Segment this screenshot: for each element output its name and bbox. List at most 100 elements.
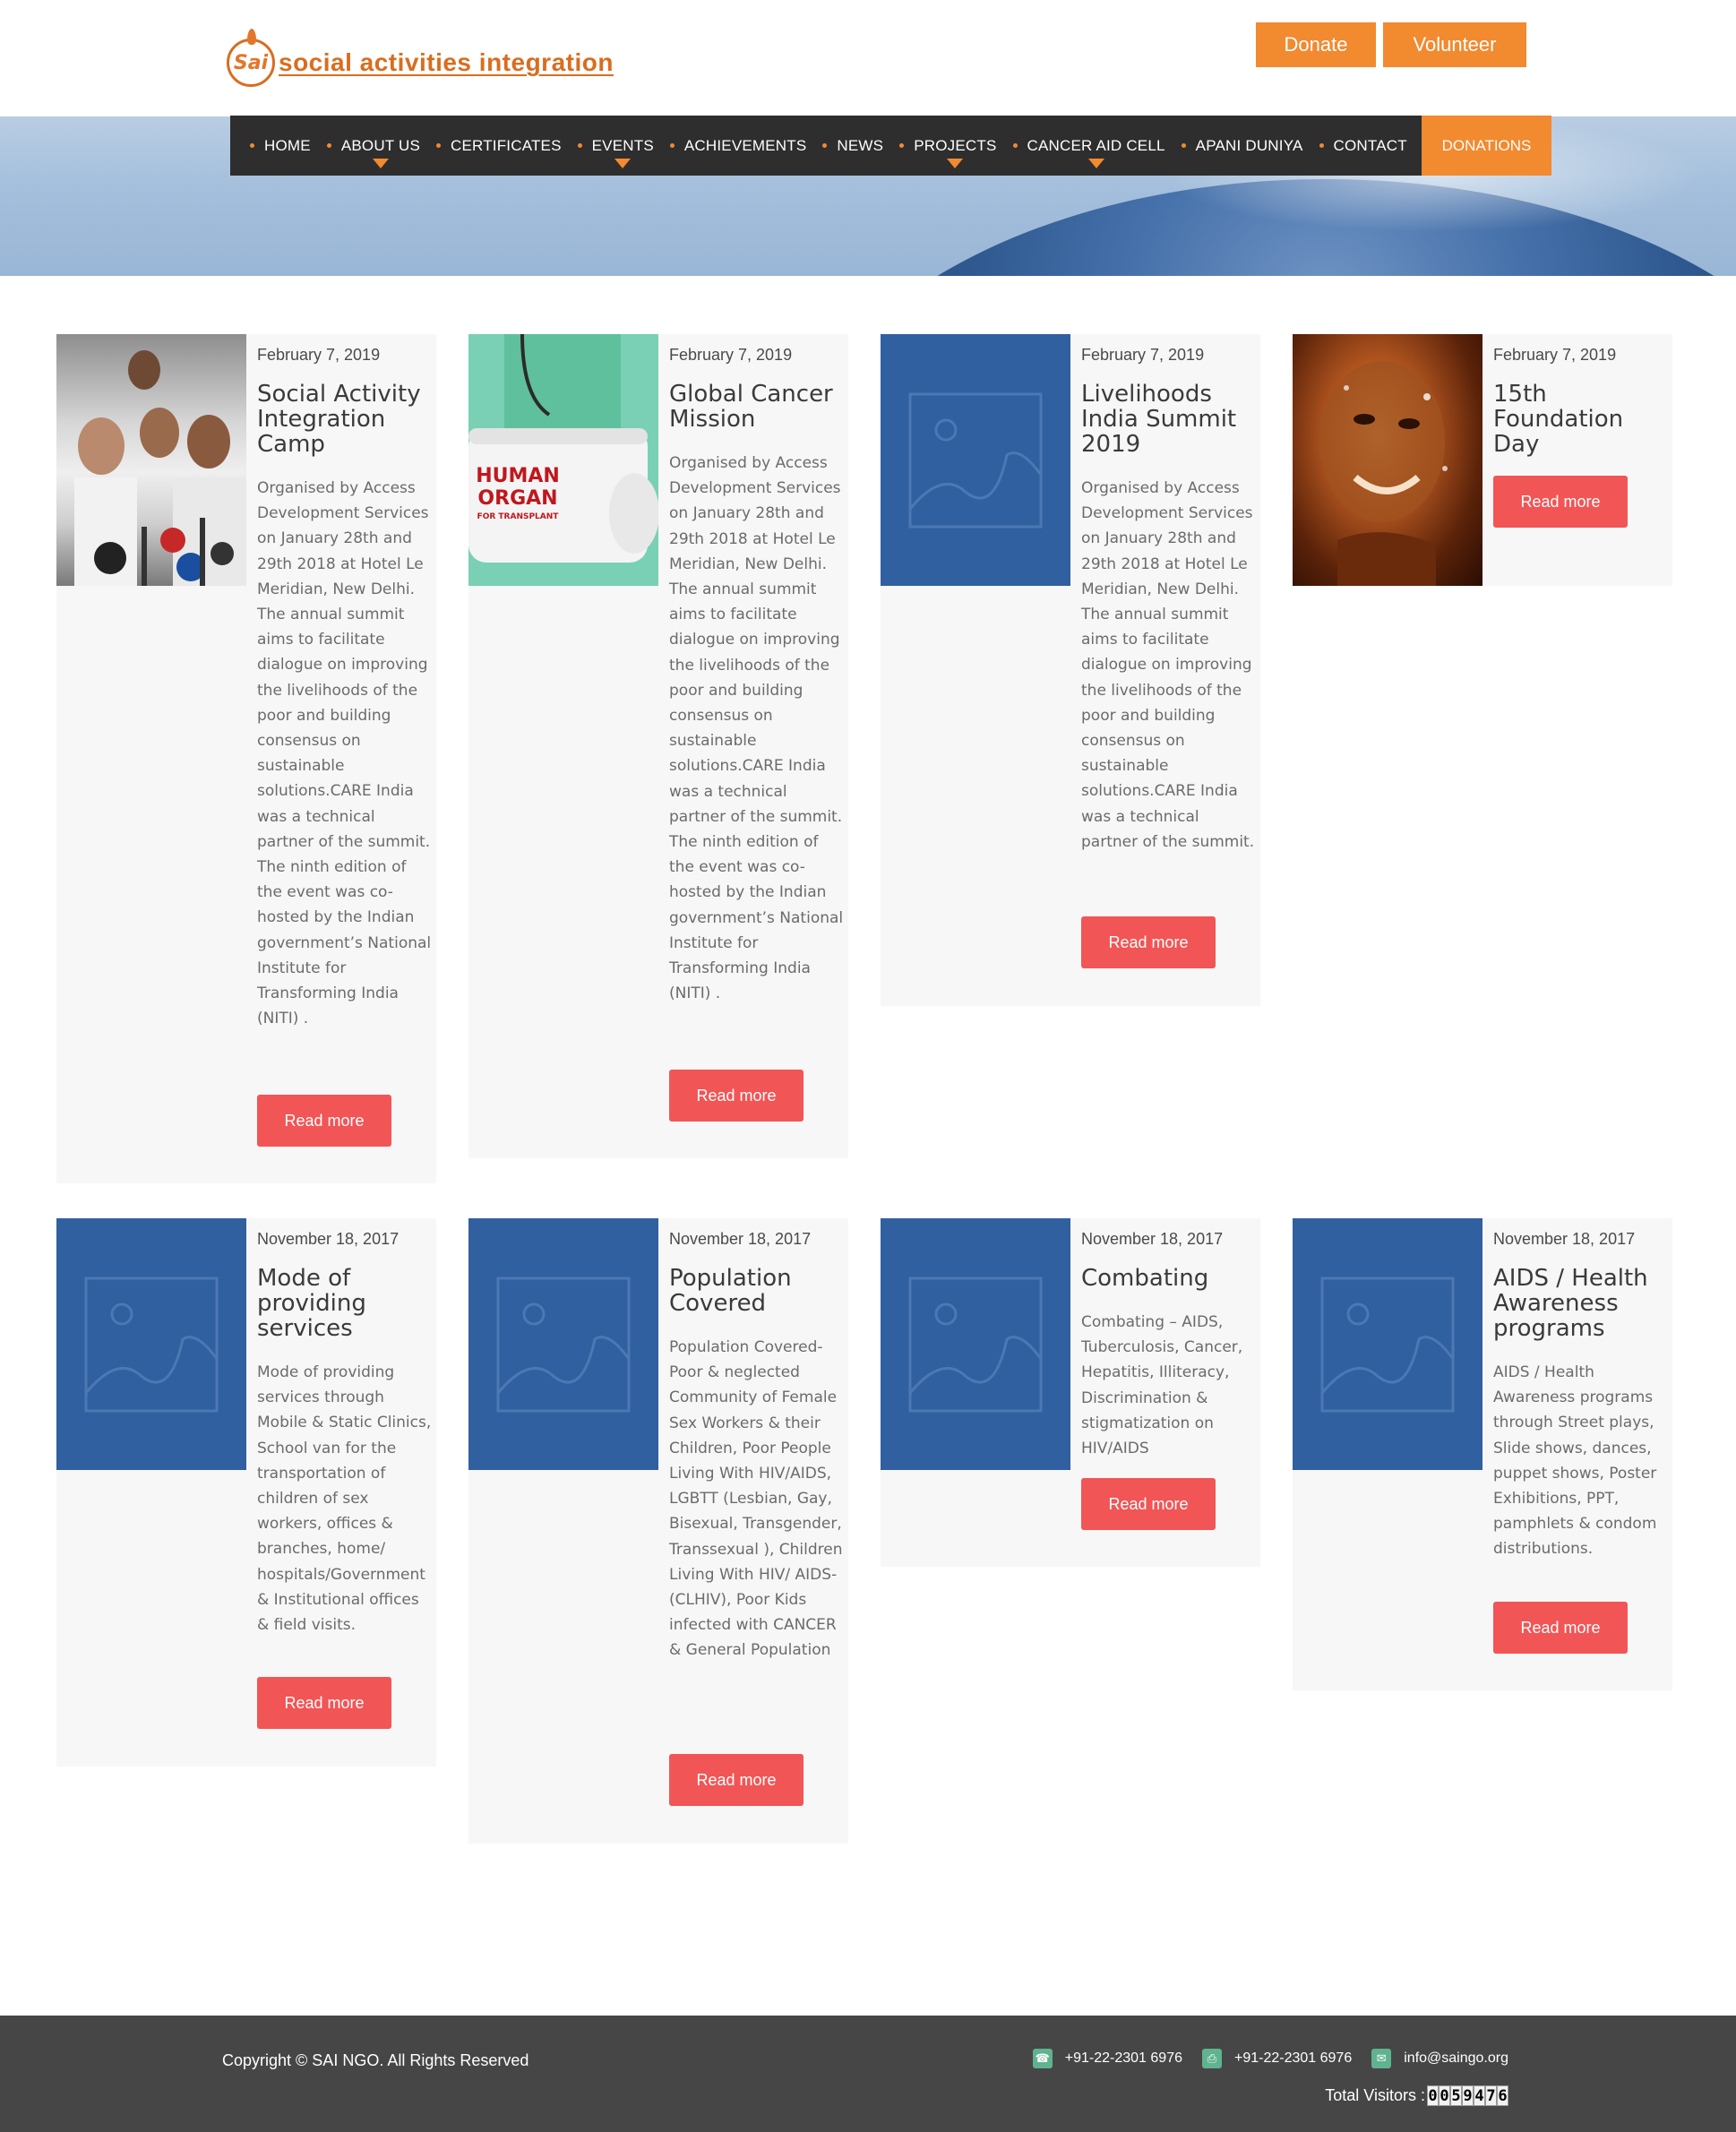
post-image[interactable] — [56, 1218, 246, 1470]
nav-item-label: NEWS — [837, 136, 884, 154]
post-title[interactable]: 15th Foundation Day — [1493, 382, 1669, 457]
nav-item-cancer-aid-cell[interactable]: CANCER AID CELL — [1012, 116, 1165, 176]
dropdown-caret-icon — [1087, 159, 1104, 168]
post-date: February 7, 2019 — [257, 346, 381, 364]
nav-item-home[interactable]: HOME — [250, 116, 311, 176]
main-navigation: HOME ABOUT US CERTIFICATES EVENTS ACHIEVEMEN… — [230, 116, 1551, 176]
nav-item-about-us[interactable]: ABOUT US — [326, 116, 421, 176]
placeholder-image[interactable] — [881, 334, 1070, 586]
nav-item-label: HOME — [264, 136, 311, 154]
post-image[interactable] — [468, 1218, 658, 1470]
post-title[interactable]: Population Covered — [669, 1266, 845, 1316]
donate-button[interactable]: Donate — [1256, 22, 1376, 67]
nav-item-label: CANCER AID CELL — [1027, 136, 1165, 154]
post-title[interactable]: AIDS / Health Awareness programs — [1493, 1266, 1669, 1341]
post-card: February 7, 2019 15th Foundation Day Read … — [1293, 334, 1672, 586]
counter-digit: 4 — [1474, 2085, 1485, 2106]
nav-item-certificates[interactable]: CERTIFICATES — [436, 116, 562, 176]
nav-item-achievements[interactable]: ACHIEVEMENTS — [669, 116, 807, 176]
read-more-button[interactable]: Read more — [1493, 1602, 1628, 1654]
placeholder-image[interactable] — [468, 1218, 658, 1470]
visitors-label: Total Visitors : — [1325, 2086, 1425, 2104]
counter-digit: 5 — [1450, 2085, 1462, 2106]
logo-mark: Sai — [227, 29, 275, 87]
read-more-button[interactable]: Read more — [257, 1095, 391, 1147]
contact-info: ☎ +91-22-2301 6976 ⎙ +91-22-2301 6976 ✉ … — [1032, 2049, 1508, 2068]
read-more-button[interactable]: Read more — [1081, 1478, 1216, 1530]
nav-item-label: ACHIEVEMENTS — [683, 136, 807, 154]
logo-text: social activities integration — [279, 48, 614, 76]
post-image[interactable]: HUMAN ORGAN FOR TRANSPLANT — [468, 334, 658, 586]
email-link[interactable]: info@saingo.org — [1404, 2050, 1508, 2067]
counter-digit: 9 — [1462, 2085, 1474, 2106]
nav-bullet-icon — [1012, 143, 1018, 148]
post-image[interactable] — [1293, 334, 1482, 586]
placeholder-image[interactable] — [1293, 1218, 1482, 1470]
event-photo[interactable] — [56, 334, 246, 586]
post-excerpt: Organised by Access Development Services… — [257, 479, 432, 1028]
dropdown-caret-icon — [614, 159, 632, 168]
nav-donations-button[interactable]: DONATIONS — [1422, 116, 1551, 176]
read-more-button[interactable]: Read more — [1493, 476, 1628, 528]
post-excerpt: Combating – AIDS, Tuberculosis, Cancer, … — [1081, 1313, 1243, 1458]
nav-item-contact[interactable]: CONTACT — [1319, 116, 1407, 176]
volunteer-button[interactable]: Volunteer — [1383, 22, 1526, 67]
counter-digit: 6 — [1497, 2085, 1508, 2106]
fax-number: +91-22-2301 6976 — [1234, 2050, 1353, 2066]
child-drinking-illustration — [1319, 361, 1448, 586]
post-date: February 7, 2019 — [669, 346, 793, 364]
read-more-button[interactable]: Read more — [669, 1070, 804, 1122]
post-date: November 18, 2017 — [1081, 1230, 1224, 1248]
placeholder-image[interactable] — [881, 1218, 1070, 1470]
fax-icon: ⎙ — [1202, 2049, 1222, 2068]
organ-caption: HUMAN — [476, 465, 560, 487]
nav-item-label: PROJECTS — [914, 136, 997, 154]
dropdown-caret-icon — [947, 159, 964, 168]
event-photo[interactable] — [1293, 334, 1482, 586]
post-image[interactable] — [881, 334, 1070, 586]
phone-number[interactable]: +91-22-2301 6976 — [1065, 2050, 1182, 2067]
read-more-button[interactable]: Read more — [1081, 916, 1216, 968]
placeholder-image-icon — [908, 1277, 1043, 1412]
post-title[interactable]: Social Activity Integration Camp — [257, 382, 433, 457]
nav-bullet-icon — [1181, 143, 1186, 148]
nav-item-apani-duniya[interactable]: APANI DUNIYA — [1181, 116, 1303, 176]
visitor-counter: Total Visitors : 0059476 — [1325, 2085, 1508, 2106]
post-title[interactable]: Combating — [1081, 1266, 1257, 1291]
nav-bullet-icon — [577, 143, 582, 148]
dropdown-caret-icon — [372, 159, 389, 168]
site-logo[interactable]: Sai social activities integration — [227, 29, 614, 91]
post-date: November 18, 2017 — [669, 1230, 812, 1248]
nav-item-projects[interactable]: PROJECTS — [899, 116, 996, 176]
post-title[interactable]: Global Cancer Mission — [669, 382, 845, 432]
counter-digit: 0 — [1427, 2085, 1439, 2106]
read-more-button[interactable]: Read more — [669, 1754, 804, 1806]
email-icon: ✉ — [1371, 2049, 1392, 2068]
post-excerpt: Organised by Access Development Services… — [1081, 479, 1255, 851]
event-photo[interactable]: HUMAN ORGAN FOR TRANSPLANT — [468, 334, 658, 586]
nav-item-label: ABOUT US — [340, 136, 421, 154]
post-card: November 18, 2017 Mode of providing servi… — [56, 1218, 436, 1767]
read-more-button[interactable]: Read more — [257, 1677, 391, 1729]
placeholder-image-icon — [496, 1277, 631, 1412]
nav-item-events[interactable]: EVENTS — [577, 116, 654, 176]
nav-item-label: CONTACT — [1333, 136, 1407, 154]
nav-bullet-icon — [669, 143, 675, 148]
organ-cooler-illustration: HUMAN ORGAN FOR TRANSPLANT — [468, 334, 658, 563]
post-title[interactable]: Livelihoods India Summit 2019 — [1081, 382, 1257, 457]
placeholder-image[interactable] — [56, 1218, 246, 1470]
post-image[interactable] — [56, 334, 246, 586]
post-excerpt: Mode of providing services through Mobil… — [257, 1363, 432, 1635]
post-card: November 18, 2017 Combating Combating – AI… — [881, 1218, 1260, 1567]
post-card: February 7, 2019 Social Activity Integrat… — [56, 334, 436, 1183]
post-title[interactable]: Mode of providing services — [257, 1266, 433, 1341]
nav-item-label: APANI DUNIYA — [1195, 136, 1303, 154]
post-card: November 18, 2017 Population Covered Popul… — [468, 1218, 848, 1844]
post-date: November 18, 2017 — [1493, 1230, 1636, 1248]
nav-item-news[interactable]: NEWS — [822, 116, 883, 176]
post-card: November 18, 2017 AIDS / Health Awareness… — [1293, 1218, 1672, 1690]
post-image[interactable] — [881, 1218, 1070, 1470]
post-image[interactable] — [1293, 1218, 1482, 1470]
organ-subcaption: FOR TRANSPLANT — [477, 512, 560, 521]
post-date: February 7, 2019 — [1081, 346, 1205, 364]
